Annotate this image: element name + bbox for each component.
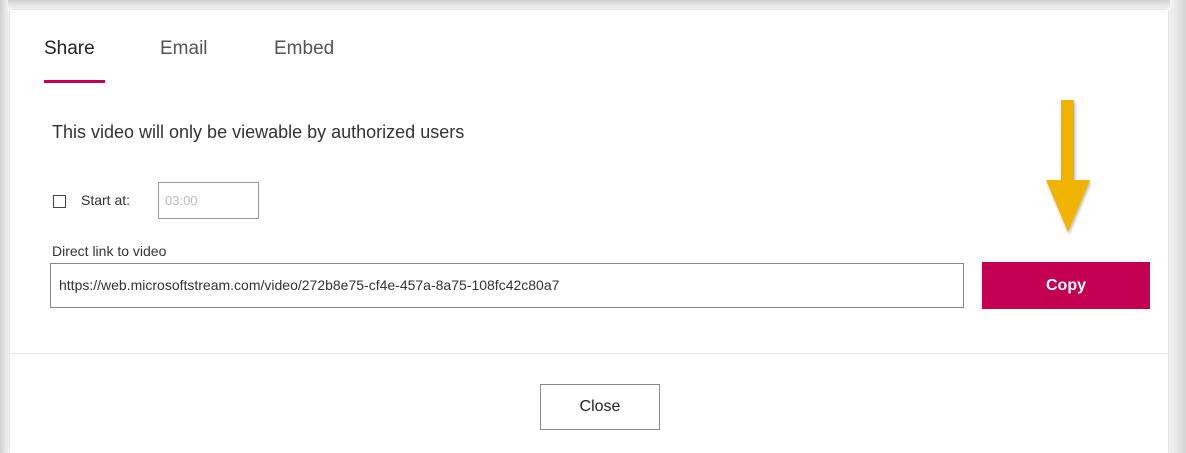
- frame-edge-left: [0, 0, 8, 453]
- active-tab-indicator: [44, 80, 105, 83]
- tab-share[interactable]: Share: [44, 38, 95, 60]
- tab-email[interactable]: Email: [160, 38, 208, 60]
- close-button[interactable]: Close: [540, 384, 660, 430]
- screenshot-frame: Share Email Embed This video will only b…: [0, 0, 1186, 453]
- footer-divider: [10, 353, 1168, 354]
- down-arrow-icon: [1046, 100, 1090, 232]
- tab-embed[interactable]: Embed: [274, 38, 334, 60]
- share-dialog: Share Email Embed This video will only b…: [10, 10, 1168, 453]
- authorization-notice: This video will only be viewable by auth…: [52, 122, 465, 142]
- direct-link-field[interactable]: https://web.microsoftstream.com/video/27…: [50, 263, 964, 308]
- start-at-checkbox[interactable]: [53, 195, 66, 208]
- frame-edge-right: [1170, 0, 1186, 453]
- start-at-label: Start at:: [81, 192, 131, 208]
- start-time-input[interactable]: 03:00: [158, 182, 259, 219]
- direct-link-label: Direct link to video: [52, 243, 167, 259]
- copy-button[interactable]: Copy: [982, 262, 1150, 309]
- frame-edge-top: [0, 0, 1186, 8]
